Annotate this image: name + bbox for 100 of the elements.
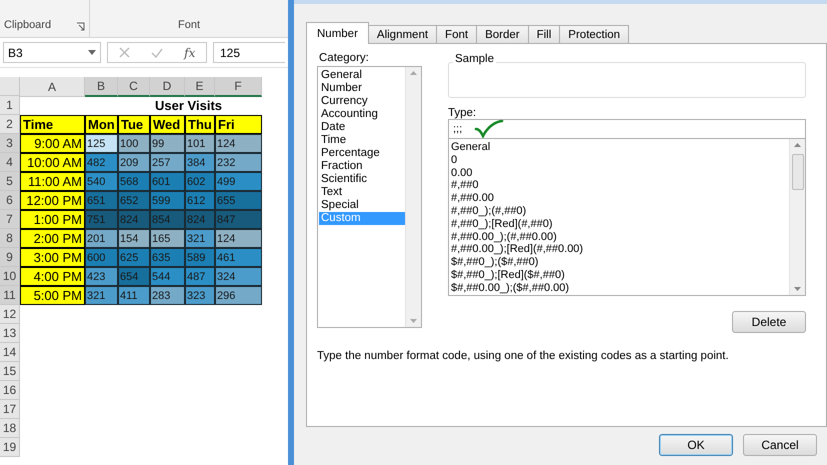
enter-icon[interactable] bbox=[150, 48, 163, 58]
format-item[interactable]: General bbox=[451, 141, 789, 154]
value-cell: 201 bbox=[85, 229, 118, 248]
dialog-button[interactable]: OK bbox=[659, 434, 733, 456]
table-title: User Visits bbox=[154, 97, 223, 115]
category-item[interactable]: Date bbox=[319, 121, 405, 134]
value-cell: 602 bbox=[185, 172, 215, 191]
dialog-button[interactable]: Cancel bbox=[743, 434, 817, 456]
category-item[interactable]: Number bbox=[319, 82, 405, 95]
type-field[interactable]: ;;; bbox=[448, 119, 806, 139]
dialog-launcher-icon[interactable] bbox=[76, 22, 85, 31]
row-header[interactable]: 2 bbox=[0, 115, 20, 134]
value-cell: 154 bbox=[118, 229, 150, 248]
row-header[interactable]: 11 bbox=[0, 286, 20, 305]
format-item[interactable]: 0 bbox=[451, 154, 789, 167]
dialog-tab[interactable]: Border bbox=[476, 25, 529, 44]
value-cell: 124 bbox=[215, 229, 262, 248]
column-header[interactable]: A bbox=[20, 77, 85, 97]
category-item[interactable]: Fraction bbox=[319, 160, 405, 173]
value-cell: 654 bbox=[118, 267, 150, 286]
row-header[interactable]: 18 bbox=[0, 419, 20, 438]
dropdown-arrow-icon[interactable] bbox=[88, 50, 96, 55]
formula-field[interactable]: 125 bbox=[213, 42, 285, 63]
category-item[interactable]: Text bbox=[319, 186, 405, 199]
category-item[interactable]: Special bbox=[319, 199, 405, 212]
row-header[interactable]: 6 bbox=[0, 191, 20, 210]
row-header[interactable]: 8 bbox=[0, 229, 20, 248]
row-header[interactable]: 15 bbox=[0, 362, 20, 381]
row-header[interactable]: 10 bbox=[0, 267, 20, 286]
category-item[interactable]: Percentage bbox=[319, 147, 405, 160]
value-cell: 540 bbox=[85, 172, 118, 191]
category-item[interactable]: Scientific bbox=[319, 173, 405, 186]
row-header[interactable]: 9 bbox=[0, 248, 20, 267]
category-item[interactable]: General bbox=[319, 69, 405, 82]
category-item[interactable]: Accounting bbox=[319, 108, 405, 121]
value-cell: 100 bbox=[118, 134, 150, 153]
dialog-tab[interactable]: Alignment bbox=[368, 25, 438, 44]
insert-function-button[interactable]: fx bbox=[184, 46, 196, 60]
value-cell: 625 bbox=[118, 248, 150, 267]
value-cell: 461 bbox=[215, 248, 262, 267]
scroll-thumb[interactable] bbox=[792, 154, 804, 190]
format-item[interactable]: #,##0_);[Red](#,##0) bbox=[451, 218, 789, 231]
value-cell: 651 bbox=[85, 191, 118, 210]
scroll-up-icon[interactable] bbox=[794, 143, 801, 147]
value-cell: 232 bbox=[215, 153, 262, 172]
format-item[interactable]: $#,##0_);[Red]($#,##0) bbox=[451, 268, 789, 282]
scroll-down-icon[interactable] bbox=[794, 287, 801, 291]
format-item[interactable]: #,##0 bbox=[451, 179, 789, 192]
value-cell: 482 bbox=[85, 153, 118, 172]
scroll-down-icon[interactable] bbox=[410, 319, 417, 323]
format-item[interactable]: 0.00 bbox=[451, 166, 789, 180]
column-header[interactable]: C bbox=[118, 77, 150, 97]
row-header[interactable]: 12 bbox=[0, 305, 20, 324]
value-cell: 751 bbox=[85, 210, 118, 229]
column-header[interactable]: E bbox=[185, 77, 215, 97]
format-item[interactable]: $#,##0_);($#,##0) bbox=[451, 256, 789, 269]
row-header[interactable]: 14 bbox=[0, 343, 20, 362]
value-cell: 847 bbox=[215, 210, 262, 229]
cancel-icon[interactable] bbox=[118, 47, 130, 58]
format-item[interactable]: $#,##0.00_);($#,##0.00) bbox=[451, 282, 789, 295]
dialog-tab[interactable]: Protection bbox=[559, 25, 630, 44]
delete-button[interactable]: Delete bbox=[732, 311, 806, 333]
value-cell: 411 bbox=[118, 286, 150, 305]
format-item[interactable]: #,##0.00_);[Red](#,##0.00) bbox=[451, 243, 789, 256]
format-item[interactable]: #,##0_);(#,##0) bbox=[451, 204, 789, 218]
row-header[interactable]: 16 bbox=[0, 381, 20, 400]
row-header[interactable]: 17 bbox=[0, 400, 20, 419]
format-item[interactable]: #,##0.00_);(#,##0.00) bbox=[451, 230, 789, 244]
row-header[interactable]: 5 bbox=[0, 172, 20, 191]
dialog-tab[interactable]: Font bbox=[436, 25, 478, 44]
row-header[interactable]: 3 bbox=[0, 134, 20, 153]
value-cell: 568 bbox=[118, 172, 150, 191]
column-header[interactable]: B bbox=[85, 77, 118, 97]
row-header[interactable]: 7 bbox=[0, 210, 20, 229]
time-cell: 1:00 PM bbox=[20, 210, 85, 229]
column-header[interactable]: F bbox=[215, 77, 262, 97]
category-item[interactable]: Currency bbox=[319, 95, 405, 108]
sample-label: Sample bbox=[453, 53, 496, 65]
value-cell: 652 bbox=[118, 191, 150, 210]
time-cell: 9:00 AM bbox=[20, 134, 85, 153]
value-cell: 612 bbox=[185, 191, 215, 210]
format-list[interactable]: General 0 0.00 #,##0 #,##0.00 #,##0_);(#,##0) #,##0_);[Red](#,##0) #,##0.00_);(#,##0.00) #,##0.00_);[Red](#,##0.00) $#,##0_);($#,##0) $#,##0_);[Red]($#,##0) $#,##0.00_);($#,##0.00) bbox=[448, 139, 806, 296]
column-header[interactable]: D bbox=[150, 77, 185, 97]
format-item[interactable]: #,##0.00 bbox=[451, 192, 789, 205]
value-cell: 296 bbox=[215, 286, 262, 305]
column-heading: Tue bbox=[118, 115, 150, 134]
row-header[interactable]: 4 bbox=[0, 153, 20, 172]
row-header[interactable]: 19 bbox=[0, 438, 20, 457]
ribbon-group-label: Font bbox=[178, 19, 200, 31]
category-list[interactable]: General Number Currency Accounting Date Time Percentage Fraction Scientific Text Special Custom bbox=[317, 66, 422, 328]
value-cell: 101 bbox=[185, 134, 215, 153]
row-header[interactable]: 1 bbox=[0, 96, 20, 115]
category-item[interactable]: Time bbox=[319, 134, 405, 147]
dialog-tab[interactable]: Number bbox=[306, 22, 369, 44]
row-header[interactable]: 13 bbox=[0, 324, 20, 343]
column-heading: Mon bbox=[85, 115, 118, 134]
name-box[interactable]: B3 bbox=[3, 42, 101, 63]
scroll-up-icon[interactable] bbox=[410, 71, 417, 75]
type-label: Type: bbox=[448, 107, 478, 119]
select-all-corner[interactable] bbox=[0, 77, 20, 96]
